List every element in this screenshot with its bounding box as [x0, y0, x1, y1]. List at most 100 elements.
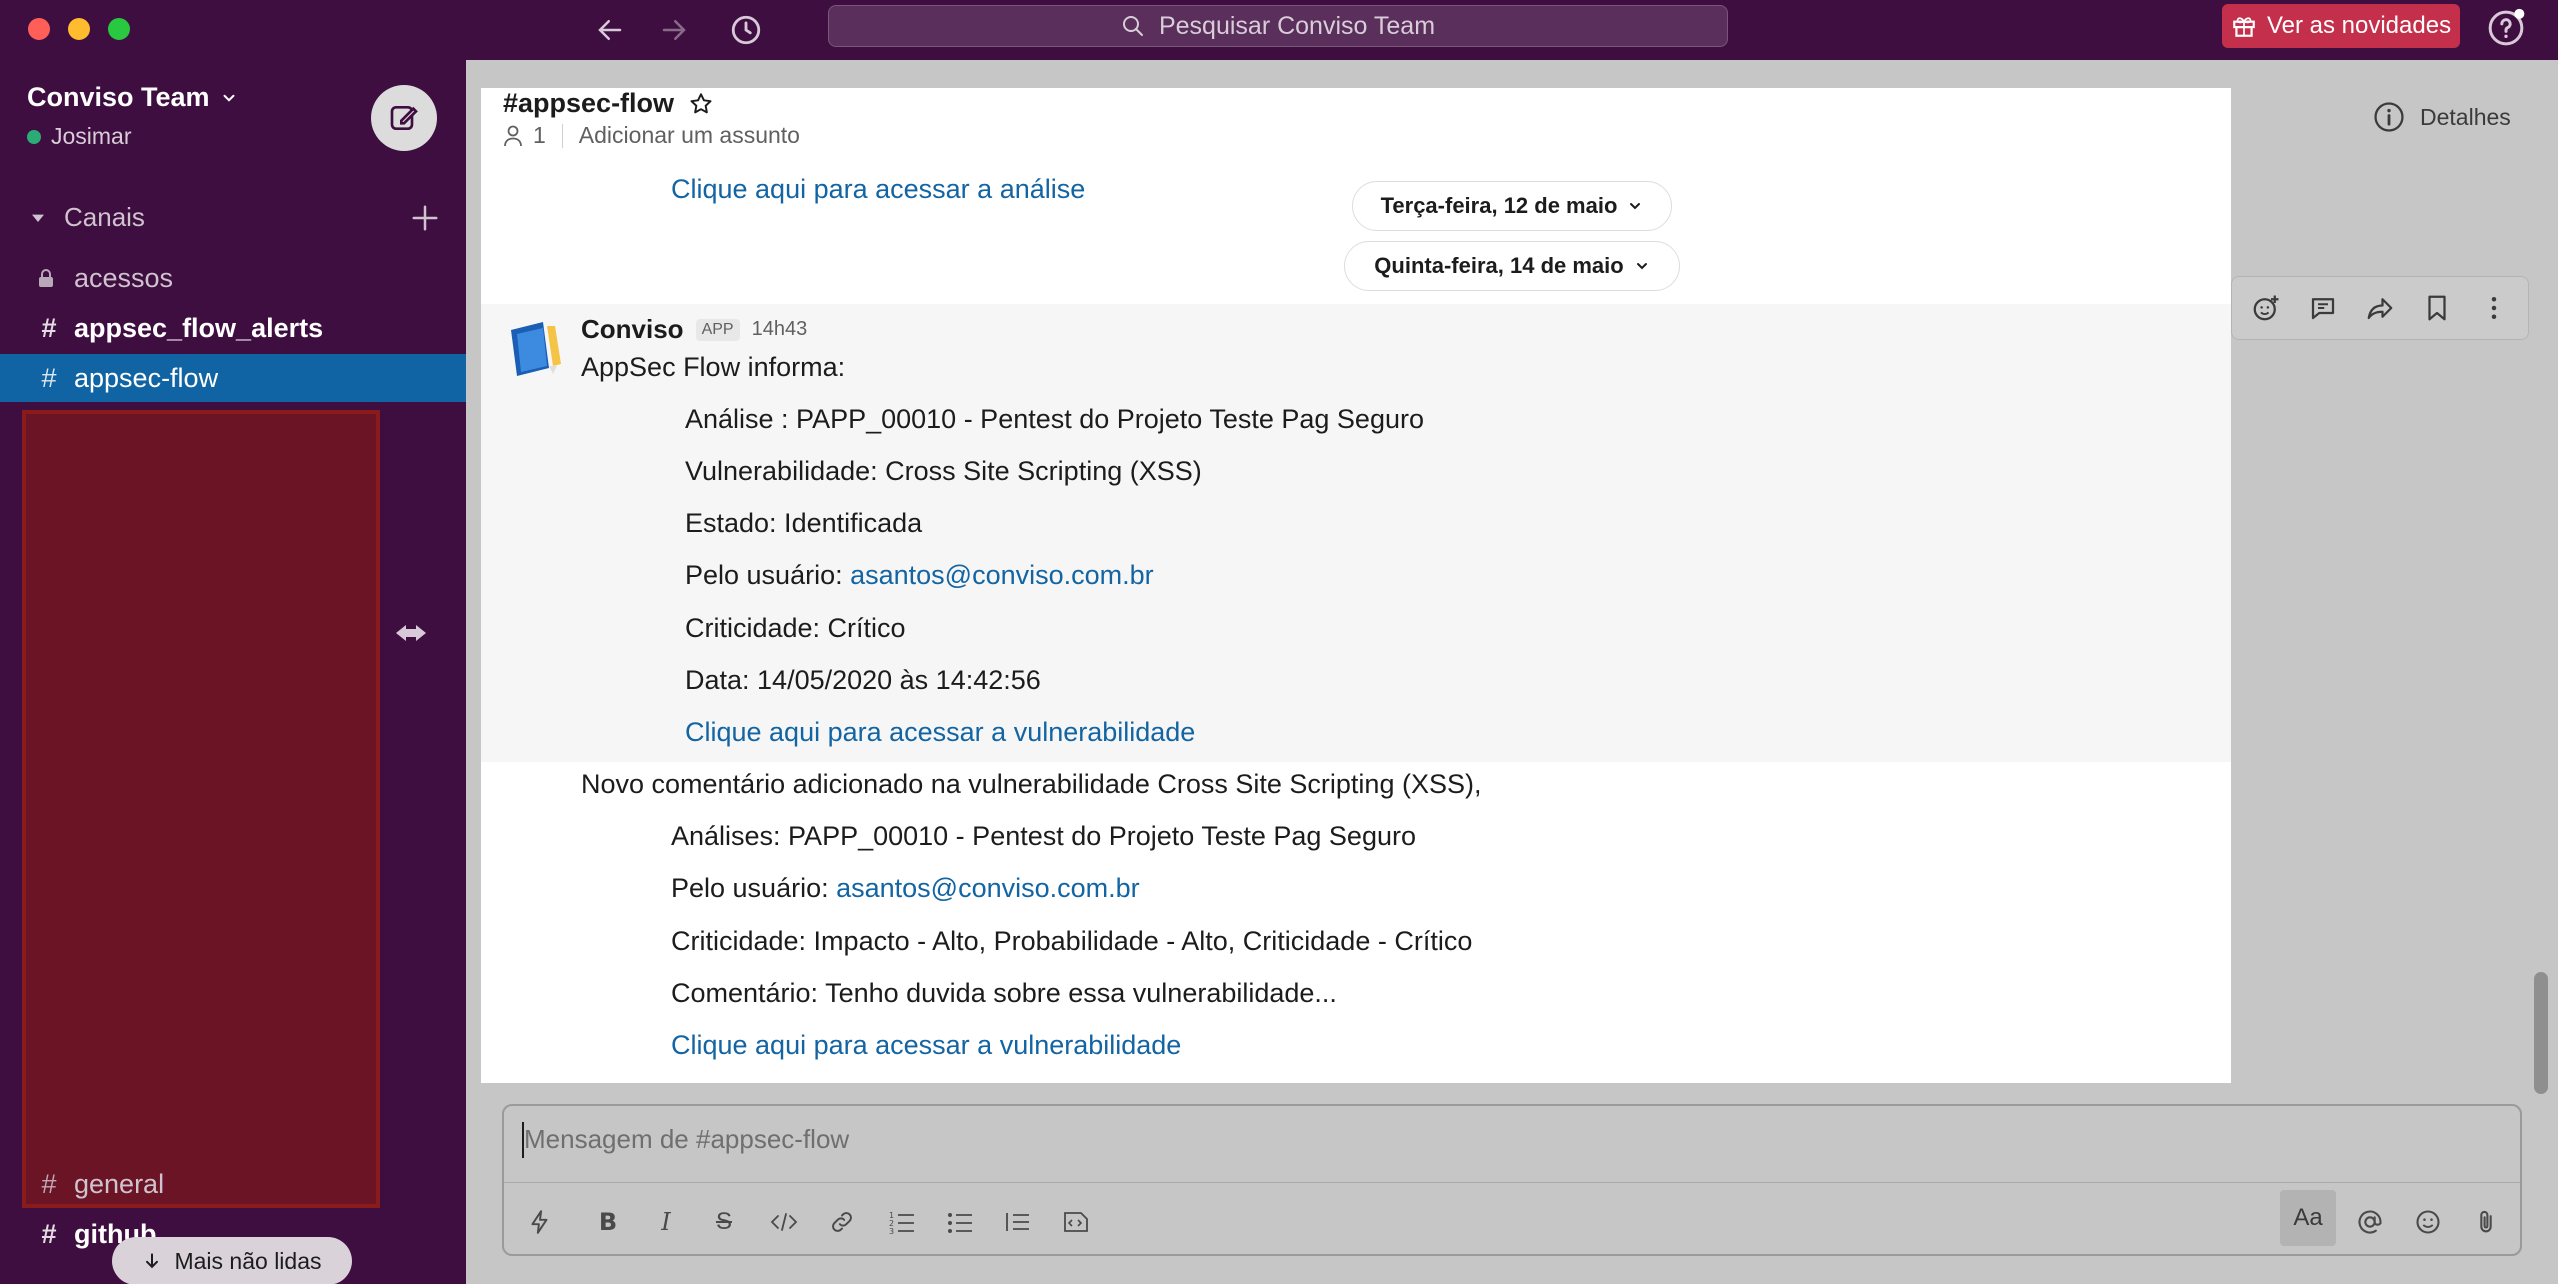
scrollbar-thumb[interactable]: [2534, 972, 2548, 1094]
channels-section-label: Canais: [64, 202, 145, 232]
message-criticality: Criticidade: Crítico: [685, 613, 906, 643]
member-count[interactable]: 1: [533, 122, 546, 149]
search-placeholder: Pesquisar Conviso Team: [1158, 11, 1436, 40]
share-message-icon[interactable]: [2365, 293, 2395, 323]
date-divider-button[interactable]: Quinta-feira, 14 de maio: [1344, 241, 1680, 291]
channel-meta: 1 Adicionar um assunto: [503, 122, 800, 149]
compose-icon: [388, 102, 420, 134]
sidebar-item-appsec-flow[interactable]: # appsec-flow: [0, 354, 466, 402]
blockquote-icon[interactable]: [998, 1202, 1038, 1242]
code-icon[interactable]: [764, 1202, 804, 1242]
divider: [561, 123, 563, 148]
code-block-icon[interactable]: [1056, 1202, 1096, 1242]
back-arrow-icon[interactable]: [588, 8, 632, 52]
channel-label: appsec-flow: [74, 362, 219, 393]
message-composer[interactable]: Mensagem de #appsec-flow B I S 123 Aa: [502, 1104, 2522, 1256]
channels-section-header[interactable]: Canais: [30, 202, 440, 233]
caret-down-icon: [30, 210, 46, 226]
user-email-link[interactable]: asantos@conviso.com.br: [850, 560, 1154, 590]
current-user[interactable]: Josimar: [27, 123, 132, 150]
presence-active-icon: [27, 129, 41, 144]
title-bar: Pesquisar Conviso Team Ver as novidades: [0, 0, 2558, 60]
member-icon[interactable]: [503, 125, 523, 147]
forward-arrow-icon[interactable]: [652, 8, 696, 52]
sidebar-item-appsec-flow-alerts[interactable]: # appsec_flow_alerts: [0, 304, 466, 352]
workspace-menu[interactable]: Conviso Team: [27, 82, 238, 113]
app-badge: APP: [695, 318, 740, 341]
channel-label: acessos: [74, 262, 174, 293]
mention-icon[interactable]: [2350, 1202, 2390, 1242]
message-user: Pelo usuário: asantos@conviso.com.br: [685, 560, 1154, 591]
channel-panel: #appsec-flow 1 Adicionar um assunto Cliq…: [481, 88, 2231, 1083]
compose-button[interactable]: [371, 85, 437, 151]
emoji-icon[interactable]: [2408, 1202, 2448, 1242]
more-actions-icon[interactable]: [2479, 293, 2509, 323]
bookmark-icon[interactable]: [2422, 293, 2452, 323]
shortcuts-lightning-icon[interactable]: [520, 1202, 560, 1242]
bulleted-list-icon[interactable]: [940, 1202, 980, 1242]
italic-icon[interactable]: I: [646, 1202, 686, 1242]
maximize-window-button[interactable]: [108, 18, 130, 40]
hash-icon: #: [41, 1168, 57, 1199]
chevron-down-icon: [220, 89, 238, 107]
comment-criticality: Criticidade: Impacto - Alto, Probabilida…: [671, 926, 1473, 956]
formatting-toggle-button[interactable]: Aa: [2280, 1190, 2336, 1246]
message-header: Conviso APP 14h43: [581, 314, 807, 345]
comment-analysis: Análises: PAPP_00010 - Pentest do Projet…: [671, 821, 1416, 851]
sidebar-item-general[interactable]: # general: [0, 1160, 466, 1208]
more-unreads-button[interactable]: Mais não lidas: [112, 1237, 352, 1284]
sidebar-resize-handle-icon[interactable]: [394, 618, 428, 648]
search-icon: [1121, 14, 1145, 38]
arrow-down-icon: [142, 1251, 162, 1271]
user-email-link[interactable]: asantos@conviso.com.br: [836, 873, 1140, 903]
user-label: Pelo usuário:: [685, 560, 851, 590]
details-button[interactable]: Detalhes: [2372, 100, 2511, 134]
add-reaction-icon[interactable]: [2251, 293, 2281, 323]
hash-icon: #: [41, 1218, 57, 1249]
attachment-icon[interactable]: [2466, 1202, 2506, 1242]
info-icon: [2372, 100, 2406, 134]
lock-icon: [38, 269, 60, 287]
sidebar-item-acessos[interactable]: acessos: [0, 254, 466, 302]
add-topic-link[interactable]: Adicionar um assunto: [579, 122, 800, 149]
history-clock-icon[interactable]: [724, 8, 768, 52]
date-divider-button[interactable]: Terça-feira, 12 de maio: [1352, 181, 1672, 231]
channel-label: appsec_flow_alerts: [74, 312, 324, 343]
minimize-window-button[interactable]: [68, 18, 90, 40]
svg-text:3: 3: [889, 1227, 894, 1235]
vulnerability-link[interactable]: Clique aqui para acessar a vulnerabilida…: [685, 717, 1195, 748]
redacted-channel-list: [22, 410, 380, 1208]
ordered-list-icon[interactable]: 123: [882, 1202, 922, 1242]
whats-new-button[interactable]: Ver as novidades: [2222, 4, 2460, 48]
date-label: Quinta-feira, 14 de maio: [1374, 253, 1624, 278]
bold-icon[interactable]: B: [588, 1202, 628, 1242]
message-input[interactable]: Mensagem de #appsec-flow: [524, 1124, 849, 1155]
hash-icon: #: [41, 362, 57, 393]
workspace-name: Conviso Team: [27, 82, 210, 112]
add-channel-icon[interactable]: [410, 203, 440, 233]
comment-vulnerability-link[interactable]: Clique aqui para acessar a vulnerabilida…: [671, 1030, 1181, 1061]
chevron-down-icon: [1627, 198, 1643, 214]
sender-name[interactable]: Conviso: [581, 314, 684, 345]
sidebar: Conviso Team Josimar Canais acessos # ap…: [0, 60, 466, 1284]
search-input[interactable]: Pesquisar Conviso Team: [828, 5, 1728, 47]
strikethrough-icon[interactable]: S: [704, 1202, 744, 1242]
channel-header[interactable]: #appsec-flow: [503, 88, 714, 119]
gift-icon: [2231, 13, 2257, 39]
star-icon[interactable]: [688, 91, 714, 117]
message-date: Data: 14/05/2020 às 14:42:56: [685, 665, 1041, 695]
user-name: Josimar: [51, 123, 132, 149]
previous-analysis-link[interactable]: Clique aqui para acessar a análise: [671, 174, 1085, 205]
app-avatar[interactable]: [503, 316, 567, 380]
message-timestamp[interactable]: 14h43: [752, 318, 808, 341]
link-icon[interactable]: [822, 1202, 862, 1242]
close-window-button[interactable]: [28, 18, 50, 40]
message-actions-toolbar: [2231, 276, 2529, 340]
comment-intro: Novo comentário adicionado na vulnerabil…: [581, 769, 1482, 799]
help-icon[interactable]: [2486, 8, 2526, 48]
reply-thread-icon[interactable]: [2308, 293, 2338, 323]
channel-label: general: [74, 1168, 165, 1199]
user-label: Pelo usuário:: [671, 873, 837, 903]
hash-icon: #: [41, 312, 57, 343]
comment-user: Pelo usuário: asantos@conviso.com.br: [671, 873, 1140, 904]
